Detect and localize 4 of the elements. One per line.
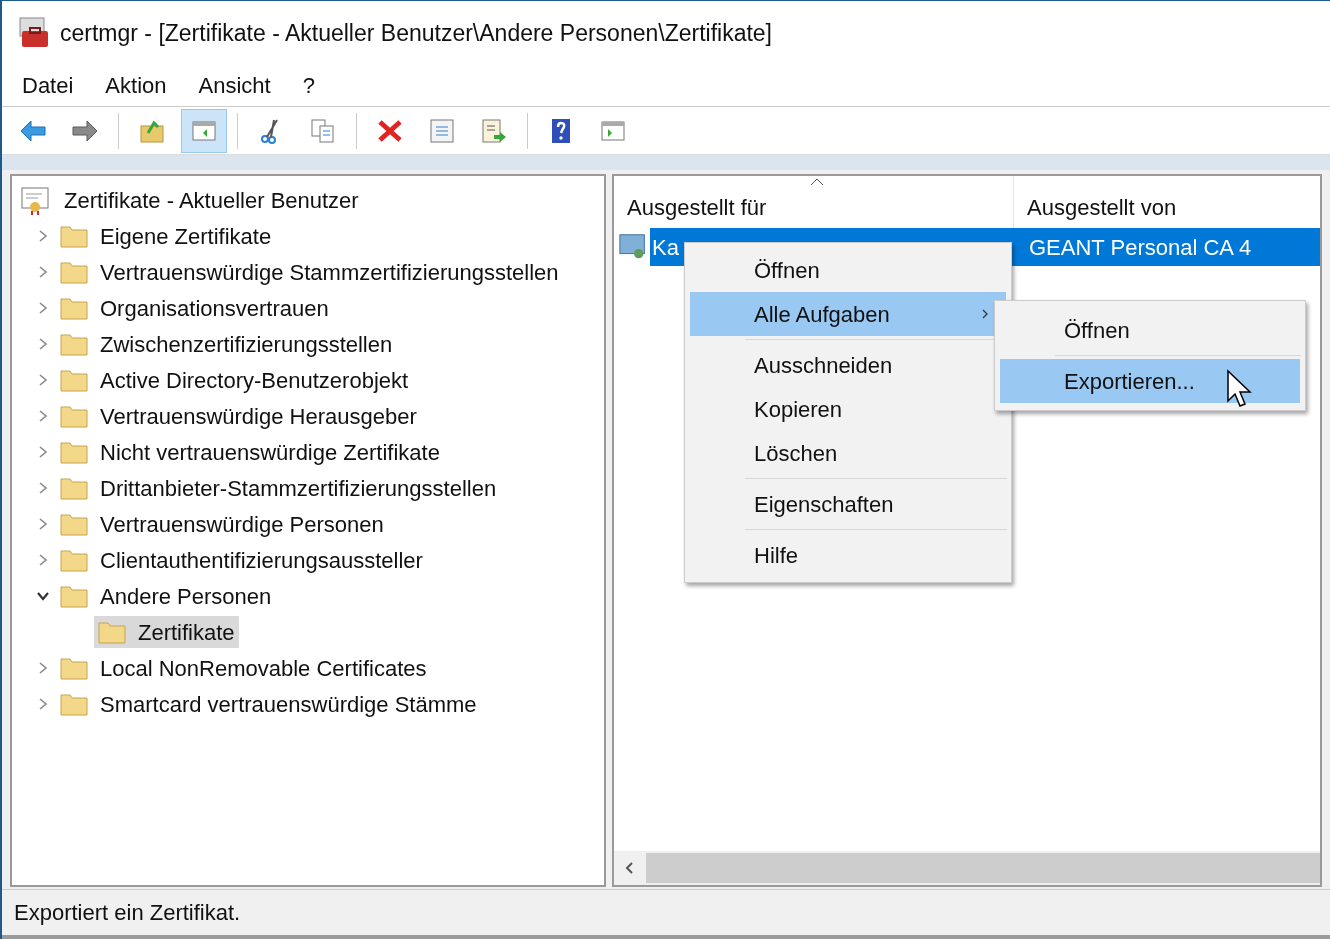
table-cell-text: GEANT Personal CA 4 xyxy=(1028,233,1252,262)
window-title: certmgr - [Zertifikate - Aktueller Benutzer\Andere Personen\Zertifikate] xyxy=(60,18,772,48)
table-cell-text: Ka xyxy=(651,233,680,262)
status-text: Exportiert ein Zertifikat. xyxy=(14,899,241,927)
